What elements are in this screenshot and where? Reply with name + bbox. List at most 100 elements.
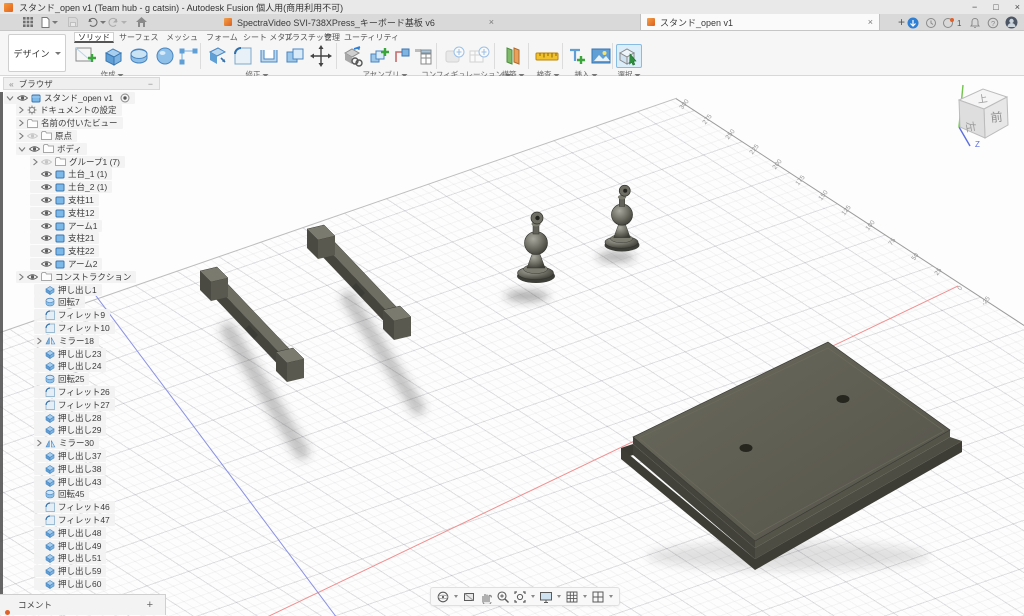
grid-settings-icon[interactable] bbox=[565, 590, 579, 604]
visibility-eye-icon[interactable] bbox=[41, 170, 52, 178]
doc-tab-active[interactable]: スタンド_open v1 × bbox=[640, 14, 880, 30]
zoom-icon[interactable] bbox=[496, 590, 510, 604]
visibility-eye-icon[interactable] bbox=[41, 234, 52, 242]
fillet-icon[interactable] bbox=[230, 44, 256, 68]
bell-icon[interactable] bbox=[968, 16, 981, 29]
browser-item-フィレット10[interactable]: フィレット10 bbox=[34, 322, 115, 334]
chevron-right-icon[interactable] bbox=[18, 132, 24, 140]
ribbon-tab-manage[interactable]: 管理 bbox=[321, 32, 343, 43]
ribbon-tab-mesh[interactable]: メッシュ bbox=[163, 32, 201, 43]
grid-dropdown-caret[interactable] bbox=[583, 595, 587, 598]
construct-plane-icon[interactable] bbox=[500, 44, 526, 68]
new-component-icon[interactable] bbox=[340, 44, 366, 68]
select-icon[interactable] bbox=[616, 44, 642, 68]
browser-item-回転7[interactable]: 回転7 bbox=[34, 296, 85, 308]
browser-item-フィレット26[interactable]: フィレット26 bbox=[34, 386, 115, 398]
viewports-dropdown-caret[interactable] bbox=[609, 595, 613, 598]
visibility-eye-icon[interactable] bbox=[29, 145, 40, 153]
add-comment-button[interactable]: + bbox=[147, 599, 153, 611]
browser-item-グループ1 (7)[interactable]: グループ1 (7) bbox=[30, 156, 125, 168]
maximize-button[interactable]: □ bbox=[993, 2, 998, 12]
tab-close-icon[interactable]: × bbox=[868, 17, 873, 27]
chevron-right-icon[interactable] bbox=[36, 439, 42, 447]
browser-item-押し出し51[interactable]: 押し出し51 bbox=[34, 552, 106, 564]
browser-item-押し出し38[interactable]: 押し出し38 bbox=[34, 463, 106, 475]
chevron-down-icon[interactable] bbox=[18, 146, 26, 152]
visibility-eye-icon[interactable] bbox=[41, 158, 52, 166]
pan-icon[interactable] bbox=[479, 590, 493, 604]
browser-item-押し出し48[interactable]: 押し出し48 bbox=[34, 527, 106, 539]
visibility-eye-icon[interactable] bbox=[27, 273, 38, 281]
chevron-right-icon[interactable] bbox=[32, 158, 38, 166]
doc-tab-inactive[interactable]: SpectraVideo SVI-738XPress_キーボード基板 v6 × bbox=[218, 14, 500, 30]
browser-item-押し出し59[interactable]: 押し出し59 bbox=[34, 565, 106, 577]
ribbon-tab-surface[interactable]: サーフェス bbox=[116, 32, 162, 43]
browser-item-押し出し24[interactable]: 押し出し24 bbox=[34, 360, 106, 372]
tab-close-icon[interactable]: × bbox=[489, 17, 494, 27]
browser-header[interactable]: « ブラウザ − bbox=[3, 77, 160, 90]
save-icon[interactable] bbox=[68, 14, 78, 30]
move-icon[interactable] bbox=[308, 44, 334, 68]
look-at-icon[interactable] bbox=[462, 590, 476, 604]
browser-item-支柱21[interactable]: 支柱21 bbox=[30, 232, 99, 244]
file-menu-icon[interactable] bbox=[41, 14, 58, 30]
browser-item-土台_2 (1)[interactable]: 土台_2 (1) bbox=[30, 181, 112, 193]
viewport[interactable]: 3002752502252001751501251007550250-25 bbox=[0, 76, 1024, 616]
chevron-right-icon[interactable] bbox=[18, 119, 24, 127]
measure-icon[interactable] bbox=[534, 44, 560, 68]
chevron-right-icon[interactable] bbox=[36, 337, 42, 345]
browser-item-アーム2[interactable]: アーム2 bbox=[30, 258, 102, 270]
parts-list-icon[interactable] bbox=[412, 44, 434, 68]
sweep-icon[interactable] bbox=[152, 44, 178, 68]
app-launcher-icon[interactable] bbox=[23, 14, 33, 30]
visibility-eye-icon[interactable] bbox=[41, 196, 52, 204]
avatar[interactable] bbox=[1005, 16, 1018, 29]
browser-item-押し出し29[interactable]: 押し出し29 bbox=[34, 424, 106, 436]
browser-item-名前の付いたビュー[interactable]: 名前の付いたビュー bbox=[16, 117, 123, 129]
revolve-icon[interactable] bbox=[126, 44, 152, 68]
primitive-icon[interactable] bbox=[176, 44, 202, 68]
undo-icon[interactable] bbox=[87, 14, 106, 30]
visibility-eye-icon[interactable] bbox=[17, 94, 28, 102]
browser-item-回転25[interactable]: 回転25 bbox=[34, 373, 89, 385]
create-sketch-icon[interactable] bbox=[72, 44, 98, 68]
browser-item-支柱22[interactable]: 支柱22 bbox=[30, 245, 99, 257]
browser-item-フィレット9[interactable]: フィレット9 bbox=[34, 309, 110, 321]
browser-item-押し出し43[interactable]: 押し出し43 bbox=[34, 476, 106, 488]
visibility-eye-icon[interactable] bbox=[41, 183, 52, 191]
extrude-icon[interactable] bbox=[100, 44, 126, 68]
ribbon-tab-form[interactable]: フォーム bbox=[203, 32, 241, 43]
collapse-browser-icon[interactable]: « bbox=[9, 79, 14, 89]
redo-icon[interactable] bbox=[108, 14, 127, 30]
notifications-icon[interactable]: 1 bbox=[942, 16, 964, 29]
fit-dropdown-caret[interactable] bbox=[531, 595, 535, 598]
close-button[interactable]: × bbox=[1015, 2, 1020, 12]
browser-item-スタンド_open v1[interactable]: スタンド_open v1 bbox=[4, 92, 135, 104]
browser-item-原点[interactable]: 原点 bbox=[16, 130, 77, 142]
activate-component-radio[interactable] bbox=[120, 93, 130, 103]
browser-item-押し出し49[interactable]: 押し出し49 bbox=[34, 540, 106, 552]
ribbon-tab-utilities[interactable]: ユーティリティ bbox=[341, 32, 402, 43]
display-settings-icon[interactable] bbox=[539, 590, 553, 604]
browser-item-コンストラクション[interactable]: コンストラクション bbox=[16, 271, 136, 283]
sync-status-icon[interactable] bbox=[906, 16, 919, 29]
minimize-button[interactable]: − bbox=[972, 2, 977, 12]
browser-item-押し出し23[interactable]: 押し出し23 bbox=[34, 348, 106, 360]
browser-item-フィレット27[interactable]: フィレット27 bbox=[34, 399, 115, 411]
browser-item-押し出し60[interactable]: 押し出し60 bbox=[34, 578, 106, 590]
shell-icon[interactable] bbox=[256, 44, 282, 68]
visibility-eye-icon[interactable] bbox=[41, 247, 52, 255]
press-pull-icon[interactable] bbox=[204, 44, 230, 68]
support-post-1[interactable] bbox=[517, 212, 555, 283]
new-tab-button[interactable]: + bbox=[898, 14, 905, 30]
comments-bar[interactable]: コメント + bbox=[0, 594, 166, 615]
visibility-eye-icon[interactable] bbox=[41, 222, 52, 230]
browser-item-押し出し37[interactable]: 押し出し37 bbox=[34, 450, 106, 462]
browser-item-ボディ[interactable]: ボディ bbox=[16, 143, 87, 155]
visibility-eye-icon[interactable] bbox=[27, 132, 38, 140]
browser-item-土台_1 (1)[interactable]: 土台_1 (1) bbox=[30, 168, 112, 180]
browser-item-ミラー18[interactable]: ミラー18 bbox=[34, 335, 99, 347]
ribbon-tab-solid[interactable]: ソリッド bbox=[74, 32, 114, 43]
fit-icon[interactable] bbox=[513, 590, 527, 604]
visibility-eye-icon[interactable] bbox=[41, 209, 52, 217]
